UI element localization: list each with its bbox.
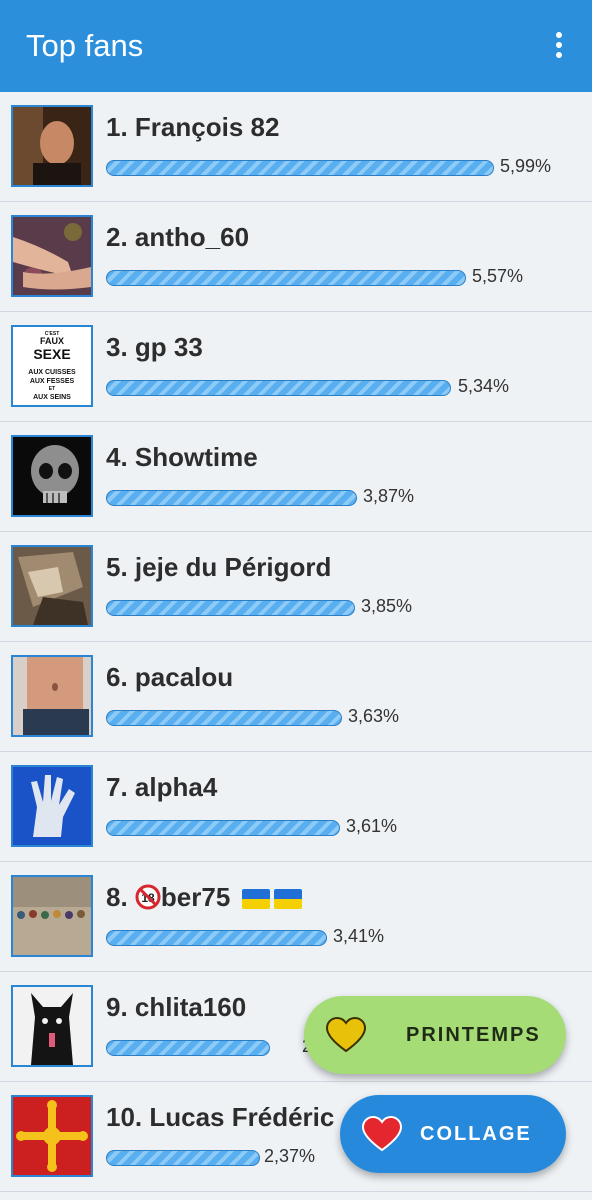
fan-row-1[interactable]: 1. François 82 5,99% bbox=[0, 92, 592, 202]
fan-percent: 3,63% bbox=[348, 706, 400, 726]
fan-percent: 5,57% bbox=[472, 266, 524, 286]
svg-text:FAUX: FAUX bbox=[40, 336, 64, 346]
avatar bbox=[11, 985, 93, 1067]
collage-button[interactable]: COLLAGE bbox=[340, 1095, 566, 1173]
avatar bbox=[11, 435, 93, 517]
avatar bbox=[11, 875, 93, 957]
fan-name: 1. François 82 bbox=[106, 112, 280, 142]
fan-progress-bar bbox=[106, 820, 340, 836]
svg-text:AUX SEINS: AUX SEINS bbox=[33, 394, 71, 401]
fan-progress-bar bbox=[106, 160, 494, 176]
fan-name: 2. antho_60 bbox=[106, 222, 250, 252]
ukraine-flag-icon bbox=[241, 889, 270, 910]
avatar bbox=[11, 545, 93, 627]
fan-percent: 3,85% bbox=[361, 596, 413, 616]
fan-name: 8. 18ber75 bbox=[106, 882, 302, 913]
fan-progress-bar bbox=[106, 1150, 260, 1166]
fan-row-2[interactable]: 2. antho_60 5,57% bbox=[0, 202, 592, 312]
fan-name: 6. pacalou bbox=[106, 662, 234, 692]
ukraine-flag-icon bbox=[273, 889, 302, 910]
fan-name: 9. chlita160 bbox=[106, 992, 247, 1022]
fan-name: 5. jeje du Périgord bbox=[106, 552, 332, 582]
svg-text:SEXE: SEXE bbox=[33, 346, 70, 362]
fan-row-6[interactable]: 6. pacalou 3,63% bbox=[0, 642, 592, 752]
fan-name: 10. Lucas Frédéric bbox=[106, 1102, 335, 1132]
fan-percent: 5,99% bbox=[500, 156, 552, 176]
fan-name: 3. gp 33 bbox=[106, 332, 203, 362]
svg-text:AUX FESSES: AUX FESSES bbox=[30, 378, 75, 385]
heart-icon bbox=[326, 1017, 366, 1053]
svg-text:ET: ET bbox=[49, 386, 55, 392]
fan-row-8[interactable]: 8. 18ber75 3,41% bbox=[0, 862, 592, 972]
fan-progress-bar bbox=[106, 1040, 270, 1056]
fan-progress-bar bbox=[106, 490, 357, 506]
fan-percent: 2,37% bbox=[264, 1146, 316, 1166]
svg-text:AUX CUISSES: AUX CUISSES bbox=[28, 369, 76, 376]
heart-icon bbox=[362, 1116, 402, 1152]
app-bar: Top fans bbox=[0, 0, 592, 92]
page-title: Top fans bbox=[26, 28, 144, 63]
fan-name: 4. Showtime bbox=[106, 442, 258, 472]
printemps-button[interactable]: PRINTEMPS bbox=[304, 996, 566, 1074]
avatar: C'EST FAUX SEXE AUX CUISSES AUX FESSES E… bbox=[11, 325, 93, 407]
avatar bbox=[11, 105, 93, 187]
collage-label: COLLAGE bbox=[420, 1122, 532, 1145]
fan-row-5[interactable]: 5. jeje du Périgord 3,85% bbox=[0, 532, 592, 642]
fan-row-4[interactable]: 4. Showtime 3,87% bbox=[0, 422, 592, 532]
fan-progress-bar bbox=[106, 270, 466, 286]
printemps-label: PRINTEMPS bbox=[406, 1023, 541, 1046]
fan-percent: 3,87% bbox=[363, 486, 415, 506]
avatar bbox=[11, 215, 93, 297]
fan-progress-bar bbox=[106, 600, 355, 616]
fan-percent: 3,41% bbox=[333, 926, 385, 946]
no-18-icon: 18 bbox=[135, 884, 161, 910]
fan-row-3[interactable]: C'EST FAUX SEXE AUX CUISSES AUX FESSES E… bbox=[0, 312, 592, 422]
fan-progress-bar bbox=[106, 380, 451, 396]
more-options-icon[interactable] bbox=[556, 32, 564, 62]
fan-percent: 5,34% bbox=[458, 376, 510, 396]
fan-percent: 3,61% bbox=[346, 816, 398, 836]
fan-row-7[interactable]: 7. alpha4 3,61% bbox=[0, 752, 592, 862]
fan-name: 7. alpha4 bbox=[106, 772, 218, 802]
avatar bbox=[11, 655, 93, 737]
fan-progress-bar bbox=[106, 930, 327, 946]
avatar bbox=[11, 765, 93, 847]
avatar bbox=[11, 1095, 93, 1177]
fan-progress-bar bbox=[106, 710, 342, 726]
